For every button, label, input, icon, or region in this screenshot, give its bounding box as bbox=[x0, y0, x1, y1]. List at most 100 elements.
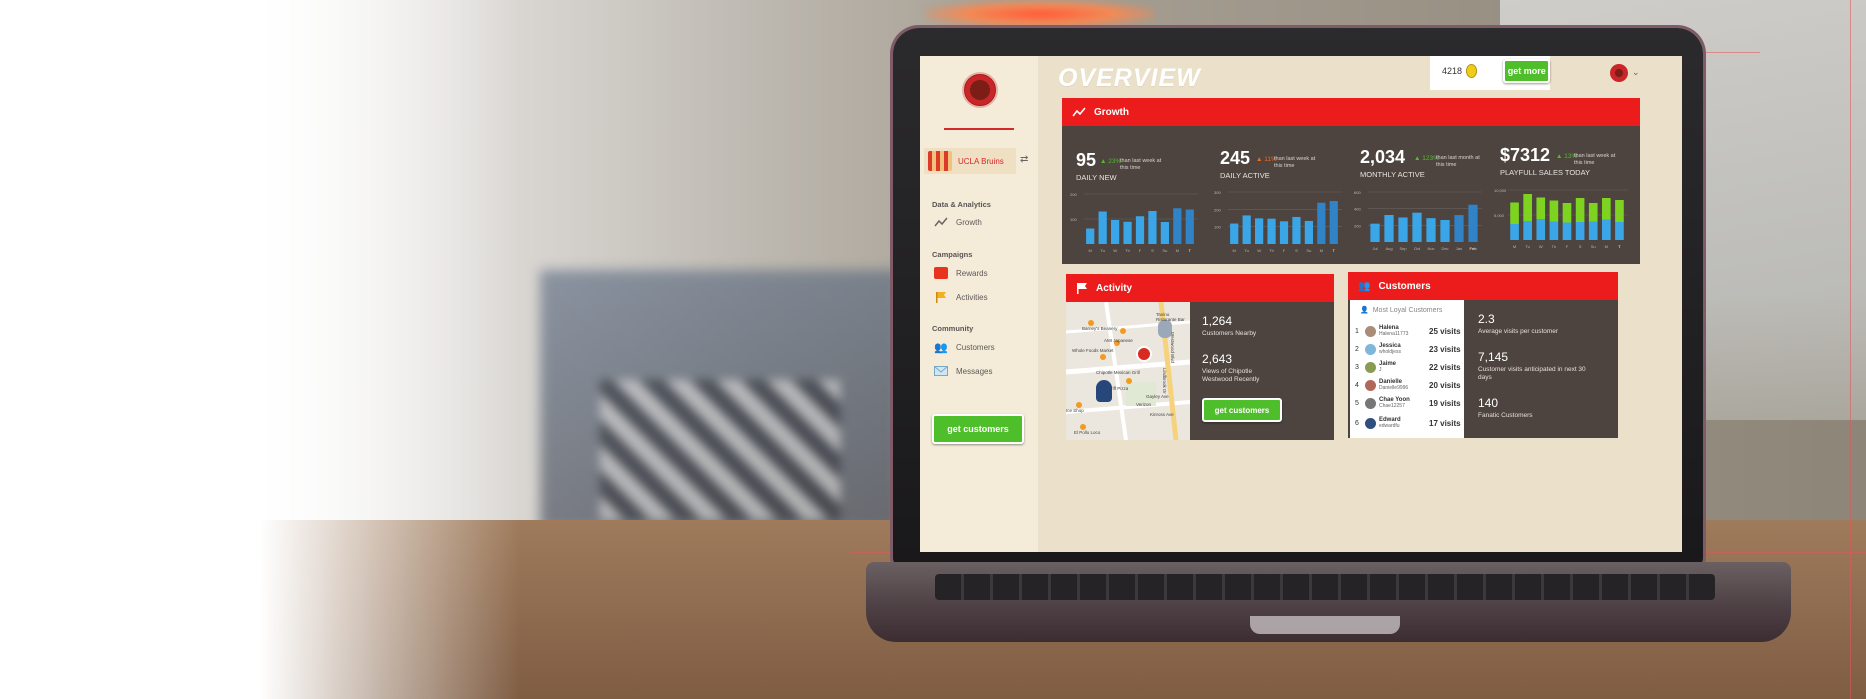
chart-bar[interactable] bbox=[1230, 223, 1239, 244]
chart-bar[interactable] bbox=[1536, 197, 1546, 220]
map-label: Westwood Blvd bbox=[1170, 332, 1175, 363]
chart-bar[interactable] bbox=[1267, 218, 1276, 244]
chart-bar[interactable] bbox=[1148, 211, 1157, 244]
map-label: Lindbrook Dr bbox=[1162, 368, 1167, 394]
customer-row[interactable]: 5 Chae Yoon Chae12257 19 visits bbox=[1352, 394, 1464, 412]
chart-bar[interactable] bbox=[1255, 218, 1264, 244]
people-icon: 👥 bbox=[1358, 280, 1371, 292]
chart-bar[interactable] bbox=[1426, 218, 1436, 242]
sidebar-item-messages[interactable]: Messages bbox=[934, 362, 992, 380]
chart-bar[interactable] bbox=[1588, 221, 1598, 241]
chart-bar[interactable] bbox=[1575, 198, 1585, 222]
chevron-down-icon[interactable]: ⌄ bbox=[1632, 67, 1640, 78]
chart-bar[interactable] bbox=[1111, 220, 1120, 244]
chart-bar[interactable] bbox=[1602, 219, 1611, 241]
chart-bar[interactable] bbox=[1588, 203, 1598, 222]
page-title: OVERVIEW bbox=[1058, 64, 1201, 92]
chart-bar[interactable] bbox=[1523, 194, 1532, 221]
sidebar-item-rewards[interactable]: Rewards bbox=[934, 264, 988, 282]
chart-bar[interactable] bbox=[1135, 216, 1145, 244]
x-tick-label: M bbox=[1089, 248, 1092, 253]
chart-bar[interactable] bbox=[1454, 215, 1464, 242]
x-tick-label: W bbox=[1113, 248, 1117, 253]
chart-bar[interactable] bbox=[1173, 208, 1182, 244]
x-tick-label: Nov bbox=[1427, 246, 1434, 251]
chart-bar[interactable] bbox=[1549, 221, 1559, 241]
sidebar-item-growth[interactable]: Growth bbox=[934, 213, 982, 231]
chart-bar[interactable] bbox=[1370, 223, 1380, 242]
customer-row[interactable]: 4 Danielle Danielle9996 20 visits bbox=[1352, 376, 1464, 394]
chart-bar[interactable] bbox=[1602, 198, 1611, 220]
chart-bar[interactable] bbox=[1440, 220, 1450, 242]
sidebar-item-label: Growth bbox=[956, 217, 982, 227]
x-tick-label: M bbox=[1320, 248, 1323, 253]
x-tick-label: Su bbox=[1591, 244, 1596, 249]
chart-bar[interactable] bbox=[1536, 219, 1546, 240]
stat-note: than last week at this time bbox=[1120, 158, 1162, 171]
chart-bar[interactable] bbox=[1304, 220, 1313, 244]
swap-icon[interactable]: ⇄ bbox=[1020, 154, 1028, 165]
chart-bar[interactable] bbox=[1575, 222, 1585, 240]
x-tick-label: Su bbox=[1162, 248, 1167, 253]
stat-label: DAILY NEW bbox=[1076, 173, 1117, 182]
map-label: Tanino Ristorante Bar bbox=[1156, 312, 1185, 322]
customer-row[interactable]: 1 Halena Halena11773 25 visits bbox=[1352, 322, 1464, 340]
get-customers-sidebar-button[interactable]: get customers bbox=[932, 414, 1024, 444]
activity-map[interactable]: Barney's Beanery AMI Japanese Whole Food… bbox=[1066, 302, 1190, 440]
get-more-button[interactable]: get more bbox=[1503, 59, 1550, 83]
chart-bar[interactable] bbox=[1615, 222, 1624, 240]
chart-bar[interactable] bbox=[1562, 222, 1572, 241]
map-pin[interactable] bbox=[1126, 378, 1132, 384]
customer-row[interactable]: 2 Jessica wholdjess 23 visits bbox=[1352, 340, 1464, 358]
map-pin[interactable] bbox=[1120, 328, 1126, 334]
x-tick-label: Oct bbox=[1414, 246, 1421, 251]
x-tick-label: F bbox=[1283, 248, 1286, 253]
get-customers-activity-button[interactable]: get customers bbox=[1202, 398, 1282, 422]
customer-row[interactable]: 3 Jaime J 22 visits bbox=[1352, 358, 1464, 376]
chart-bar[interactable] bbox=[1292, 216, 1301, 244]
sidebar-item-customers[interactable]: 👥 Customers bbox=[934, 338, 995, 356]
chipotle-map-marker[interactable] bbox=[1136, 346, 1152, 362]
chart-bar[interactable] bbox=[1398, 217, 1408, 243]
chart-bar[interactable] bbox=[1317, 202, 1326, 244]
customer-rank: 1 bbox=[1355, 327, 1359, 335]
chart-playfull-sales: 10,000 5,000 M Tu W Th F S Su M T bbox=[1494, 188, 1628, 249]
chart-bar[interactable] bbox=[1384, 215, 1394, 242]
customer-row[interactable]: 6 Edward edwardfu 17 visits bbox=[1352, 414, 1464, 432]
customer-visits: 17 visits bbox=[1429, 418, 1461, 428]
avatar bbox=[1365, 397, 1376, 409]
background-pillow bbox=[600, 380, 840, 520]
chart-bar[interactable] bbox=[1510, 224, 1519, 240]
account-avatar[interactable] bbox=[1610, 64, 1628, 82]
chart-bar[interactable] bbox=[1185, 209, 1194, 245]
chart-bar[interactable] bbox=[1510, 202, 1519, 225]
chart-bar[interactable] bbox=[1160, 222, 1169, 244]
chipotle-logo[interactable] bbox=[962, 72, 998, 108]
chart-bar[interactable] bbox=[1549, 200, 1559, 222]
y-tick-label: 200 bbox=[1214, 207, 1221, 212]
chart-bar[interactable] bbox=[1242, 215, 1251, 244]
x-tick-label: Su bbox=[1306, 248, 1311, 253]
chart-bar[interactable] bbox=[1279, 221, 1289, 244]
chart-bar[interactable] bbox=[1615, 200, 1624, 222]
customer-rank: 2 bbox=[1355, 345, 1359, 353]
chart-bar[interactable] bbox=[1098, 211, 1107, 245]
activity-panel: Activity Barney's Beanery AMI Japanese W… bbox=[1066, 274, 1334, 440]
x-tick-label: S bbox=[1295, 248, 1298, 253]
chart-bar[interactable] bbox=[1523, 221, 1532, 240]
sidebar-item-activities[interactable]: Activities bbox=[934, 288, 988, 306]
map-pin[interactable] bbox=[1100, 354, 1106, 360]
chart-bar[interactable] bbox=[1329, 201, 1338, 244]
chart-bar[interactable] bbox=[1123, 221, 1132, 244]
store-selector[interactable]: UCLA Bruins bbox=[924, 148, 1016, 174]
customer-handle: Chae12257 bbox=[1379, 403, 1405, 409]
background-neon-sign bbox=[925, 0, 1155, 28]
chart-bar[interactable] bbox=[1562, 203, 1572, 223]
chart-bar[interactable] bbox=[1412, 212, 1422, 242]
stat-change: ▲ 23% bbox=[1100, 158, 1122, 165]
chart-daily-new: 200 100 M Tu W Th F S Su M T bbox=[1070, 192, 1198, 253]
y-tick-label: 5,000 bbox=[1494, 213, 1505, 218]
chart-bar[interactable] bbox=[1468, 204, 1478, 242]
dashboard-screen: UCLA Bruins ⇄ Data & Analytics Growth Ca… bbox=[920, 56, 1682, 552]
chart-bar[interactable] bbox=[1086, 228, 1095, 245]
